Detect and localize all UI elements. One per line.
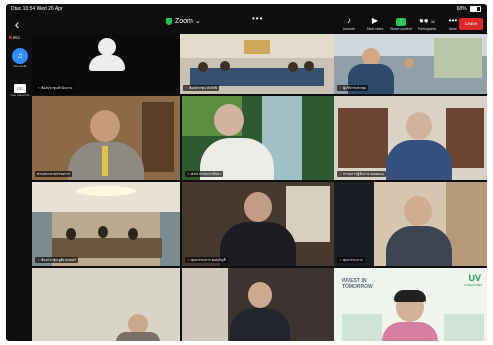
participant-face bbox=[244, 192, 272, 222]
participant-name: ✕ห้องประชุมสำนักงาน bbox=[35, 85, 75, 91]
participant-face bbox=[128, 314, 148, 334]
video-tile-window-room[interactable]: ✕ผู้บริหารประชุม bbox=[334, 34, 487, 94]
zoom-app-window: Dtac 10:54 Wed 26 Apr 68% ‹ Zoom ⌄ ••• ♪… bbox=[6, 4, 487, 341]
participant-name: ✕กรรมการผู้จัดการ ลอนดอน bbox=[337, 171, 386, 177]
record-dot-icon bbox=[9, 36, 12, 39]
participant-face bbox=[248, 282, 272, 308]
video-tile-meeting[interactable]: ✕ห้องประชุม ยูนิเวนเจอร์ bbox=[32, 182, 180, 266]
conference-table bbox=[190, 68, 324, 86]
door bbox=[182, 268, 228, 341]
uv-logo: UV bbox=[468, 273, 481, 283]
ceiling-light bbox=[76, 186, 136, 196]
meeting-table bbox=[52, 238, 162, 258]
muted-mic-icon: ✕ bbox=[187, 258, 190, 262]
video-tile-room[interactable]: ✕ห้องประชุม UVSW bbox=[180, 34, 334, 94]
cabinet bbox=[286, 186, 330, 242]
video-tile-waterfall[interactable]: ✕ศ.ดร.กรรมการอิสระ bbox=[182, 96, 334, 180]
join-audio-button[interactable]: ♫ Join audio bbox=[10, 48, 30, 69]
participant-face bbox=[406, 112, 432, 140]
participant-face bbox=[214, 104, 244, 136]
participant-name: ✕คุณกรรมการ bbox=[337, 257, 365, 263]
participant-name: ✕ห้องประชุม UVSW bbox=[183, 85, 220, 91]
bookshelf bbox=[338, 108, 388, 168]
participant-name: ท่านประธานกรรมการ bbox=[35, 171, 73, 177]
video-tile-speaker[interactable]: ท่านประธานกรรมการ bbox=[32, 96, 180, 180]
cc-icon: CC bbox=[14, 84, 26, 93]
video-grid: ✕ห้องประชุมสำนักงาน ✕ห้องประชุม UVSW ✕ผู… bbox=[6, 4, 487, 341]
curtain bbox=[446, 182, 487, 266]
participant-name: ✕คุณกรรมการ สอบบัญชี bbox=[185, 257, 228, 263]
avatar-body bbox=[89, 55, 125, 71]
ad-headline-2: TOMORROW bbox=[342, 284, 373, 290]
participant-name: ✕ศ.ดร.กรรมการอิสระ bbox=[185, 171, 224, 177]
video-tile-bottom-mid[interactable] bbox=[182, 268, 334, 341]
muted-mic-icon: ✕ bbox=[339, 258, 342, 262]
muted-mic-icon: ✕ bbox=[187, 172, 190, 176]
video-tile-glasses[interactable]: ✕คุณกรรมการ bbox=[334, 182, 487, 266]
captions-label: Live transcript bbox=[10, 93, 30, 97]
join-audio-label: Join audio bbox=[13, 64, 27, 68]
video-tile-ad[interactable]: INVEST IN TOMORROW UV UNIVENTURES bbox=[334, 268, 487, 341]
participant-face bbox=[404, 196, 432, 226]
muted-mic-icon: ✕ bbox=[37, 258, 40, 262]
captions-button[interactable]: CC Live transcript bbox=[10, 84, 30, 98]
video-tile-bottom-left[interactable] bbox=[32, 268, 180, 341]
side-controls: REC ♫ Join audio CC Live transcript bbox=[6, 34, 32, 341]
video-tile-bookshelf[interactable]: ✕กรรมการผู้จัดการ ลอนดอน bbox=[334, 96, 487, 180]
video-tile-self[interactable]: ✕ห้องประชุมสำนักงาน bbox=[32, 34, 180, 94]
speaker-face bbox=[90, 110, 120, 142]
headphones-icon: ♫ bbox=[12, 48, 28, 64]
emblem-board bbox=[244, 40, 270, 54]
recording-badge: REC bbox=[9, 36, 20, 40]
uv-logo-sub: UNIVENTURES bbox=[464, 284, 482, 287]
participant-name: ✕ผู้บริหารประชุม bbox=[337, 85, 368, 91]
window bbox=[434, 38, 482, 78]
muted-mic-icon: ✕ bbox=[339, 86, 342, 90]
muted-mic-icon: ✕ bbox=[37, 86, 40, 90]
video-tile-cabinet[interactable]: ✕คุณกรรมการ สอบบัญชี bbox=[182, 182, 334, 266]
participant-name: ✕ห้องประชุม ยูนิเวนเจอร์ bbox=[35, 257, 78, 263]
city-illustration bbox=[342, 314, 382, 341]
avatar-head bbox=[98, 38, 116, 56]
muted-mic-icon: ✕ bbox=[339, 172, 342, 176]
muted-mic-icon: ✕ bbox=[185, 86, 188, 90]
